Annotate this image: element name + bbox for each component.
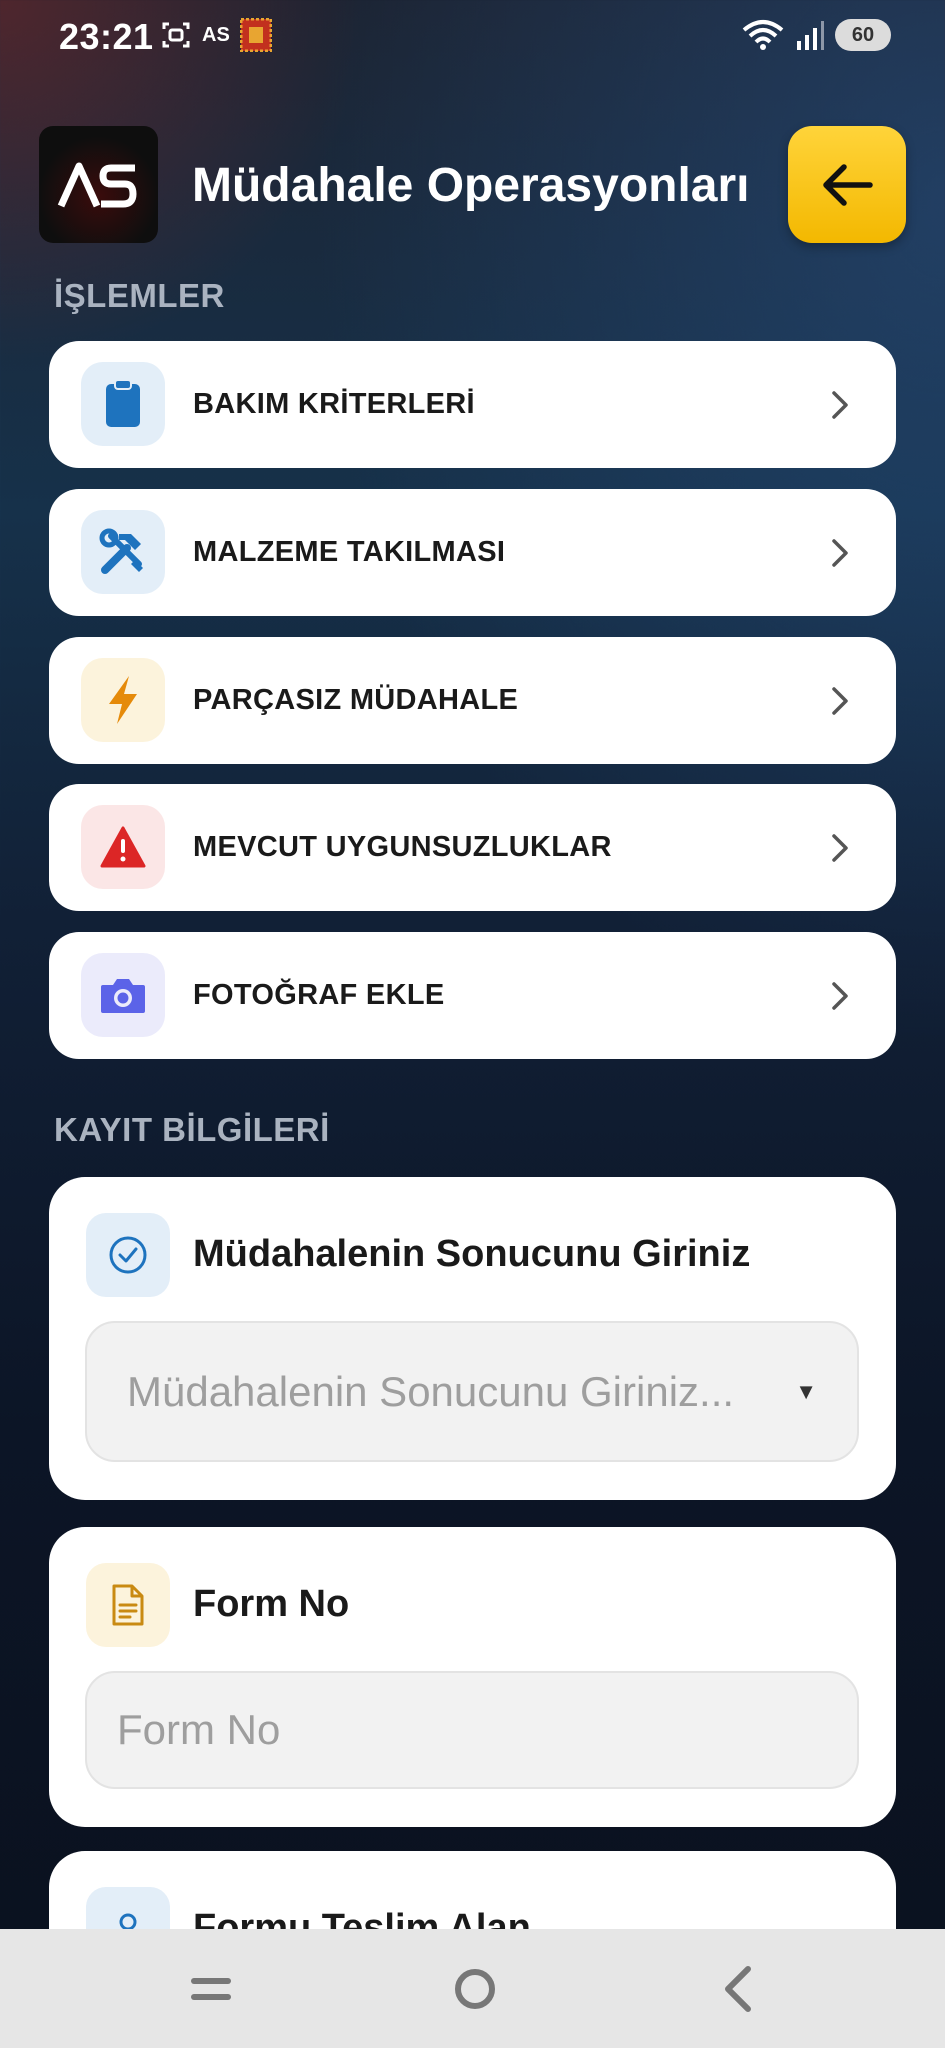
chevron-left-icon	[725, 1966, 751, 2012]
section-records-label: KAYIT BİLGİLERİ	[54, 1111, 330, 1148]
menu-item-bakim-kriterleri[interactable]: BAKIM KRİTERLERİ	[49, 341, 896, 468]
menu-item-mevcut-uygunsuzluklar[interactable]: MEVCUT UYGUNSUZLUKLAR	[49, 784, 896, 911]
status-time: 23:21	[59, 16, 154, 57]
form-no-placeholder: Form No	[117, 1706, 281, 1753]
clipboard-icon	[106, 379, 140, 427]
document-icon	[112, 1584, 144, 1626]
menu-icon-box	[81, 953, 165, 1037]
wifi-icon	[742, 20, 784, 50]
battery-indicator: 60	[835, 19, 891, 51]
screenshot-icon	[162, 22, 190, 48]
result-select-placeholder: Müdahalenin Sonucunu Giriniz...	[127, 1367, 735, 1415]
system-nav-bar	[0, 1929, 945, 2048]
menu-label: BAKIM KRİTERLERİ	[193, 388, 475, 420]
chevron-right-icon	[832, 834, 848, 862]
result-icon-box	[86, 1213, 170, 1297]
form-no-icon-box	[86, 1563, 170, 1647]
tools-icon	[99, 528, 143, 574]
status-notifications: AS	[160, 18, 272, 52]
back-nav-button[interactable]	[708, 1959, 768, 2019]
menu-item-malzeme-takilmasi[interactable]: MALZEME TAKILMASI	[49, 489, 896, 616]
chevron-right-icon	[832, 539, 848, 567]
menu-label: PARÇASIZ MÜDAHALE	[193, 684, 519, 716]
app-logo	[39, 126, 158, 243]
result-select[interactable]: Müdahalenin Sonucunu Giriniz... ▼	[85, 1321, 859, 1462]
chevron-right-icon	[832, 687, 848, 715]
page-title: Müdahale Operasyonları	[192, 159, 750, 212]
result-card: Müdahalenin Sonucunu Giriniz Müdahalenin…	[49, 1177, 896, 1500]
menu-label: FOTOĞRAF EKLE	[193, 979, 445, 1011]
back-button[interactable]	[788, 126, 906, 243]
camera-icon	[101, 979, 145, 1013]
form-no-card: Form No Form No	[49, 1527, 896, 1827]
chevron-right-icon	[832, 982, 848, 1010]
arrow-left-icon	[823, 163, 873, 206]
section-operations-label: İŞLEMLER	[54, 277, 225, 314]
home-button[interactable]	[445, 1959, 505, 2019]
result-title: Müdahalenin Sonucunu Giriniz	[193, 1233, 751, 1275]
menu-item-fotograf-ekle[interactable]: FOTOĞRAF EKLE	[49, 932, 896, 1059]
menu-icon-box	[81, 510, 165, 594]
menu-label: MALZEME TAKILMASI	[193, 536, 506, 568]
dropdown-arrow-icon: ▼	[795, 1378, 817, 1404]
chevron-right-icon	[832, 391, 848, 419]
menu-icon	[191, 1978, 231, 2000]
status-system-icons: 60	[741, 18, 891, 52]
menu-icon-box	[81, 362, 165, 446]
as-logo-icon	[57, 162, 137, 207]
warning-icon	[100, 826, 146, 868]
status-bar: 23:21 AS 60	[0, 0, 945, 74]
home-circle-icon	[455, 1969, 495, 2009]
signal-icon	[797, 21, 824, 50]
as-notification-icon: AS	[202, 23, 230, 46]
menu-item-parcasiz-mudahale[interactable]: PARÇASIZ MÜDAHALE	[49, 637, 896, 764]
form-no-title: Form No	[193, 1583, 350, 1625]
menu-icon-box	[81, 658, 165, 742]
menu-icon-box	[81, 805, 165, 889]
app-notification-icon	[239, 18, 272, 52]
check-circle-icon	[109, 1236, 147, 1274]
bolt-icon	[109, 676, 137, 724]
recents-button[interactable]	[181, 1959, 241, 2019]
form-no-input[interactable]: Form No	[85, 1671, 859, 1789]
menu-label: MEVCUT UYGUNSUZLUKLAR	[193, 831, 612, 863]
